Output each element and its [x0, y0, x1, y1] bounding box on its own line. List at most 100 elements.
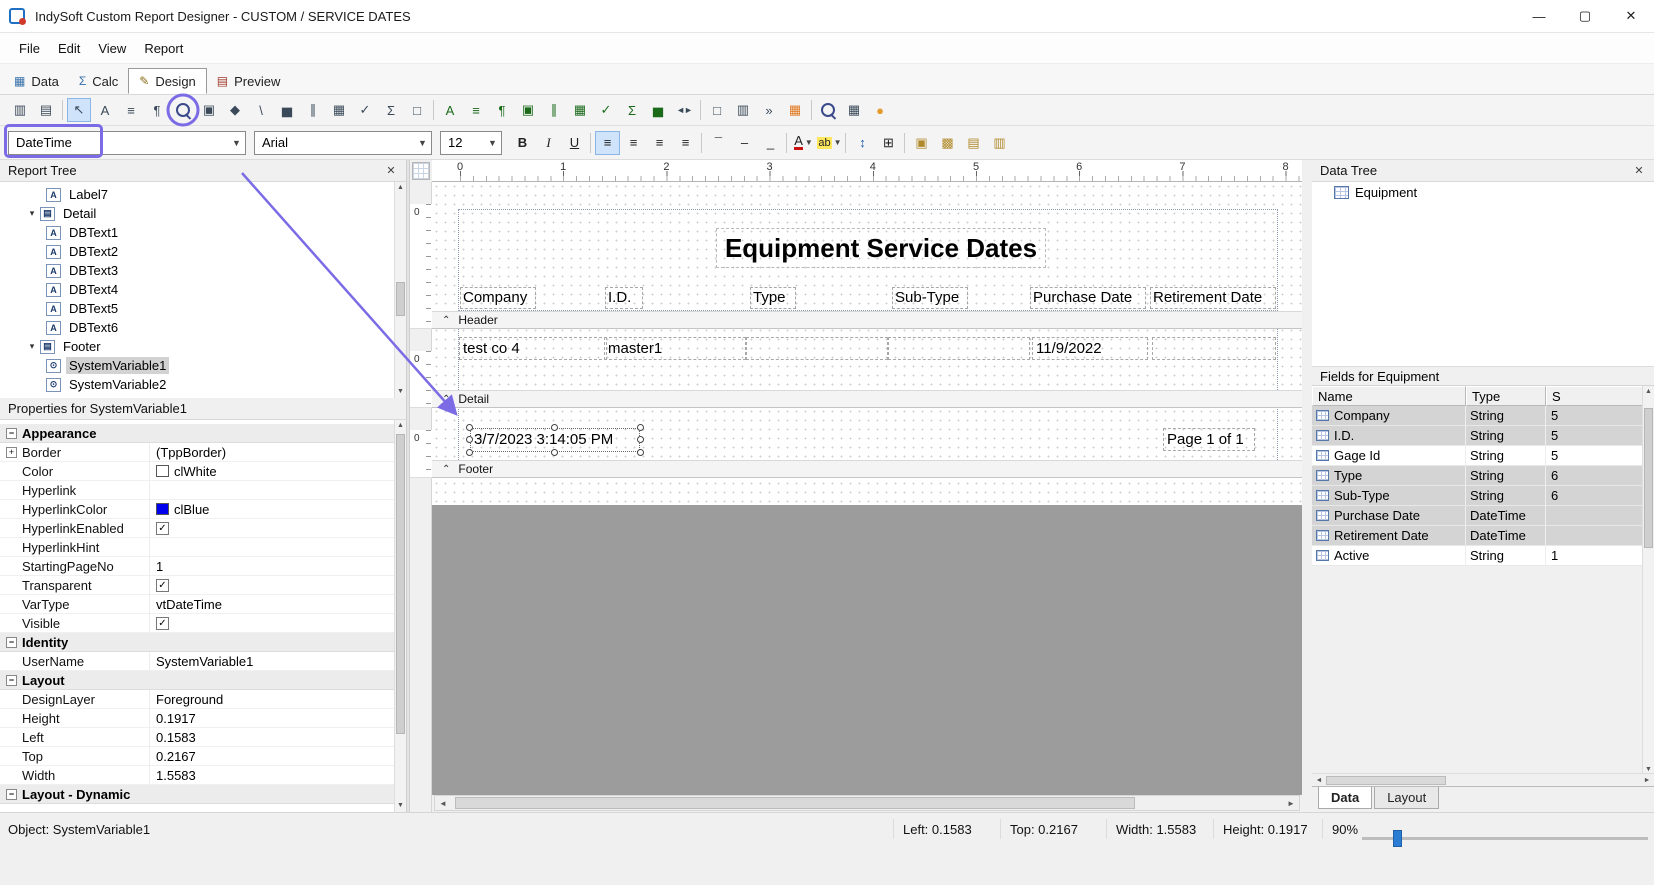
bold-button[interactable]: B [510, 131, 535, 155]
property-value[interactable]: 0.1583 [150, 728, 394, 746]
dbcheckbox-tool[interactable]: ✓ [594, 98, 618, 122]
property-group-layout[interactable]: −Layout [0, 671, 394, 690]
property-vartype[interactable]: VarTypevtDateTime [0, 595, 394, 614]
minimize-button[interactable]: — [1516, 0, 1562, 32]
property-group-identity[interactable]: −Identity [0, 633, 394, 652]
bring-to-front-button[interactable]: ▣ [909, 131, 934, 155]
close-icon[interactable]: ✕ [1632, 164, 1646, 177]
field-row-type[interactable]: TypeString6 [1312, 466, 1644, 486]
close-button[interactable]: ✕ [1608, 0, 1654, 32]
property-value[interactable]: 1 [150, 557, 394, 575]
property-group-layout-dynamic[interactable]: −Layout - Dynamic [0, 785, 394, 804]
detail-field-6[interactable] [1152, 337, 1276, 360]
dbcalc-tool[interactable]: Σ [620, 98, 644, 122]
footer-band-bar[interactable]: ⌃ Footer [432, 460, 1302, 478]
shape-tool[interactable]: ◆ [223, 98, 247, 122]
dbrichtext-tool[interactable]: ¶ [490, 98, 514, 122]
pagestyle-tool[interactable]: □ [405, 98, 429, 122]
component-type-combo[interactable]: DateTime ▼ [8, 131, 246, 155]
tree-item-dbtext4[interactable]: ADBText4 [0, 280, 394, 299]
property-value[interactable]: 0.2167 [150, 747, 394, 765]
tree-item-dbtext5[interactable]: ADBText5 [0, 299, 394, 318]
valign-top-button[interactable]: ¯ [706, 131, 731, 155]
column-header-company[interactable]: Company [460, 287, 536, 309]
column-header-type[interactable]: Type [750, 287, 796, 309]
detail-band-bar[interactable]: ⌃ Detail [432, 390, 1302, 408]
tree-item-dbtext2[interactable]: ADBText2 [0, 242, 394, 261]
menu-file[interactable]: File [10, 37, 49, 60]
checkbox-checked-icon[interactable]: ✓ [156, 617, 169, 630]
tree-item-systemvariable2[interactable]: ⊙SystemVariable2 [0, 375, 394, 394]
property-transparent[interactable]: Transparent✓ [0, 576, 394, 595]
dbtext-tool[interactable]: A [438, 98, 462, 122]
db2d-barcode-tool[interactable]: ▦ [568, 98, 592, 122]
chevron-down-icon[interactable]: ▼ [414, 138, 431, 148]
property-value[interactable]: 0.1917 [150, 709, 394, 727]
barcode-tool[interactable]: ∥ [301, 98, 325, 122]
subreport-tool[interactable]: ▥ [731, 98, 755, 122]
close-icon[interactable]: ✕ [384, 164, 398, 177]
collapse-icon[interactable]: − [6, 675, 17, 686]
detail-field-2[interactable]: master1 [604, 337, 746, 360]
selection-handle-nw[interactable] [466, 424, 473, 431]
crosstab-tool[interactable]: ▦ [783, 98, 807, 122]
label-tool[interactable]: A [93, 98, 117, 122]
menu-view[interactable]: View [89, 37, 135, 60]
scrollbar-thumb[interactable] [455, 797, 1135, 809]
page-number-field[interactable]: Page 1 of 1 [1163, 428, 1255, 451]
dbmemo-tool[interactable]: ≡ [464, 98, 488, 122]
chevron-down-icon[interactable]: ▼ [805, 138, 813, 147]
tab-calc[interactable]: ΣCalc [69, 68, 128, 94]
tab-design[interactable]: ✎Design [128, 68, 207, 94]
canvas-horizontal-scrollbar[interactable]: ◄ ► [434, 795, 1300, 811]
collapse-icon[interactable]: − [6, 789, 17, 800]
field-row-company[interactable]: CompanyString5 [1312, 406, 1644, 426]
property-value[interactable] [150, 481, 394, 499]
property-group-appearance[interactable]: −Appearance [0, 424, 394, 443]
property-left[interactable]: Left0.1583 [0, 728, 394, 747]
property-username[interactable]: UserNameSystemVariable1 [0, 652, 394, 671]
scroll-right-icon[interactable]: ► [1640, 777, 1654, 784]
column-header-sub-type[interactable]: Sub-Type [892, 287, 968, 309]
property-height[interactable]: Height0.1917 [0, 709, 394, 728]
chevron-down-icon[interactable]: ▼ [228, 138, 245, 148]
property-border[interactable]: +Border(TppBorder) [0, 443, 394, 462]
column-header-purchase-date[interactable]: Purchase Date [1030, 287, 1146, 309]
italic-button[interactable]: I [536, 131, 561, 155]
grid-snap-button[interactable]: ⊞ [876, 131, 901, 155]
detail-field-4[interactable] [888, 337, 1030, 360]
property-value[interactable]: (TppBorder) [150, 443, 394, 461]
field-row-purchase-date[interactable]: Purchase DateDateTime [1312, 506, 1644, 526]
chart-tool[interactable]: ▅ [275, 98, 299, 122]
highlight-color-button[interactable]: ab▼ [817, 131, 842, 155]
scroll-down-icon[interactable]: ▼ [395, 386, 406, 398]
data-tree-panel-toggle[interactable]: ▤ [34, 98, 58, 122]
fields-column-name[interactable]: Name [1312, 386, 1466, 406]
property-startingpageno[interactable]: StartingPageNo1 [0, 557, 394, 576]
tree-item-systemvariable1[interactable]: ⊙SystemVariable1 [0, 356, 394, 375]
valign-bottom-button[interactable]: _ [758, 131, 783, 155]
region-tool[interactable]: □ [705, 98, 729, 122]
send-to-back-button[interactable]: ▩ [935, 131, 960, 155]
property-value[interactable]: vtDateTime [150, 595, 394, 613]
image-tool[interactable]: ▣ [197, 98, 221, 122]
send-backward-button[interactable]: ▥ [987, 131, 1012, 155]
scroll-up-icon[interactable]: ▲ [395, 182, 406, 194]
tree-item-footer[interactable]: ▾▤Footer [0, 337, 394, 356]
collapse-icon[interactable]: ▾ [26, 208, 38, 219]
menu-report[interactable]: Report [135, 37, 192, 60]
align-right-button[interactable]: ≡ [647, 131, 672, 155]
property-visible[interactable]: Visible✓ [0, 614, 394, 633]
anchor-button[interactable]: ↕ [850, 131, 875, 155]
field-row-active[interactable]: ActiveString1 [1312, 546, 1644, 566]
align-center-button[interactable]: ≡ [621, 131, 646, 155]
panel-tab-layout[interactable]: Layout [1374, 787, 1439, 809]
column-header-i-d[interactable]: I.D. [605, 287, 643, 309]
tree-item-dbtext3[interactable]: ADBText3 [0, 261, 394, 280]
column-header-retirement-date[interactable]: Retirement Date [1150, 287, 1276, 309]
selection-handle-se[interactable] [637, 449, 644, 456]
field-row-gage-id[interactable]: Gage IdString5 [1312, 446, 1644, 466]
scroll-up-icon[interactable]: ▲ [1643, 386, 1654, 398]
collapse-icon[interactable]: ▾ [26, 341, 38, 352]
font-color-button[interactable]: A▼ [791, 131, 816, 155]
